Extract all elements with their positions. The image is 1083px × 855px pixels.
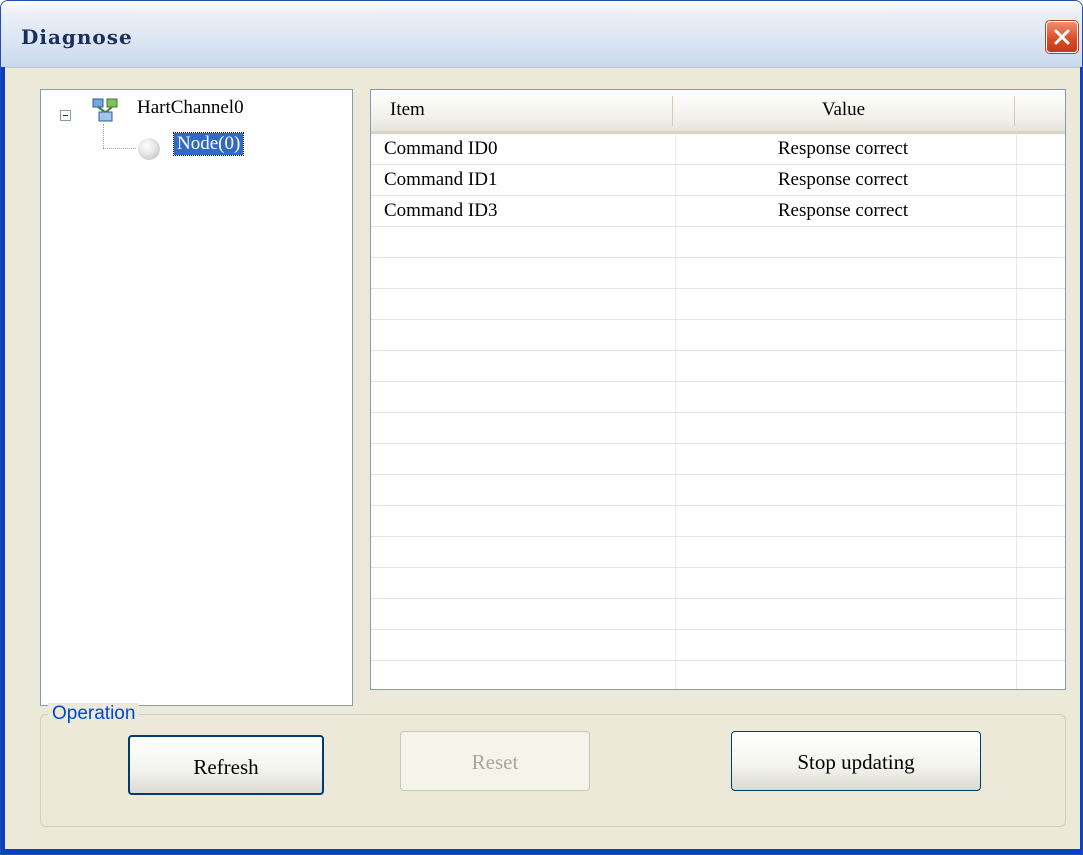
diagnose-window: Diagnose HartChannel0 Node(0) Item Value…: [0, 0, 1083, 855]
table-row[interactable]: [371, 568, 1065, 599]
table-row[interactable]: Command ID3 Response correct: [371, 196, 1065, 227]
table-row[interactable]: [371, 258, 1065, 289]
cell-item: Command ID1: [384, 169, 498, 190]
cell-value: Response correct: [777, 169, 909, 190]
window-title: Diagnose: [21, 25, 133, 49]
table-row[interactable]: [371, 382, 1065, 413]
column-header-item[interactable]: Item: [390, 90, 425, 131]
column-separator[interactable]: [1014, 96, 1015, 126]
table-row[interactable]: [371, 351, 1065, 382]
title-bar[interactable]: Diagnose: [1, 1, 1082, 68]
table-row[interactable]: [371, 289, 1065, 320]
refresh-button[interactable]: Refresh: [128, 735, 324, 795]
table-row[interactable]: Command ID0 Response correct: [371, 134, 1065, 165]
table-header: Item Value: [371, 90, 1065, 134]
window-frame-bottom: [1, 849, 1082, 854]
close-button[interactable]: [1046, 21, 1078, 53]
cell-value: Response correct: [777, 138, 909, 159]
close-icon: [1054, 29, 1070, 45]
cell-item: Command ID3: [384, 200, 498, 221]
table-row[interactable]: [371, 227, 1065, 258]
table-row[interactable]: [371, 537, 1065, 568]
table-row[interactable]: [371, 444, 1065, 475]
collapse-icon[interactable]: [60, 110, 71, 121]
tree-connector: [103, 124, 104, 148]
window-frame-left: [1, 67, 5, 852]
diagnose-table[interactable]: Item Value Command ID0 Response correct Co…: [370, 89, 1066, 690]
table-row[interactable]: [371, 413, 1065, 444]
table-row[interactable]: [371, 599, 1065, 630]
table-row[interactable]: Command ID1 Response correct: [371, 165, 1065, 196]
table-body: Command ID0 Response correct Command ID1 Re…: [371, 134, 1065, 689]
stop-updating-button[interactable]: Stop updating: [731, 731, 981, 791]
network-icon: [92, 98, 118, 122]
node-status-icon: [138, 138, 160, 160]
tree-item-hartchannel0[interactable]: HartChannel0: [137, 97, 244, 119]
table-row[interactable]: [371, 506, 1065, 537]
table-row[interactable]: [371, 661, 1065, 689]
cell-value: Response correct: [777, 200, 909, 221]
table-row[interactable]: [371, 475, 1065, 506]
operation-group-label: Operation: [48, 703, 140, 725]
cell-item: Command ID0: [384, 138, 498, 159]
table-row[interactable]: [371, 320, 1065, 351]
tree-connector: [103, 148, 136, 149]
table-row[interactable]: [371, 630, 1065, 661]
column-header-value[interactable]: Value: [673, 90, 1014, 131]
tree-item-node0[interactable]: Node(0): [172, 132, 245, 156]
reset-button[interactable]: Reset: [400, 731, 590, 791]
dialog-content: HartChannel0 Node(0) Item Value Command …: [4, 68, 1078, 849]
channel-tree[interactable]: HartChannel0 Node(0): [40, 89, 353, 706]
